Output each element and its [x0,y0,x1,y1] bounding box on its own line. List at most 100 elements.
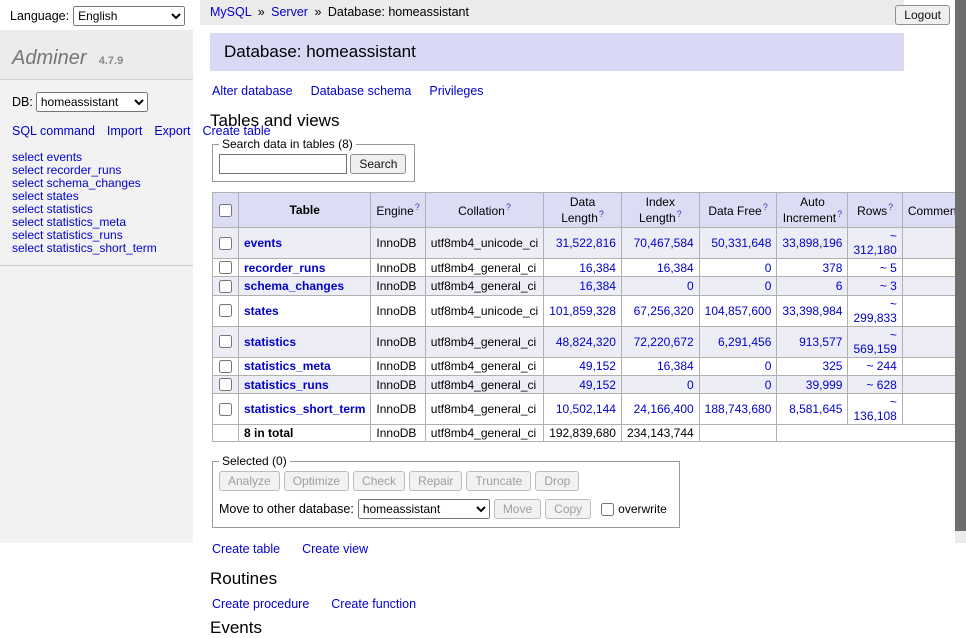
auto-increment-link[interactable]: 33,898,196 [782,236,842,250]
index-length-link[interactable]: 70,467,584 [634,236,694,250]
rows-count-link[interactable]: ~ 312,180 [853,229,896,257]
data-free-link[interactable]: 188,743,680 [705,402,772,416]
data-length-link[interactable]: 49,152 [579,378,616,392]
create-function-link[interactable]: Create function [331,597,416,611]
table-name-link[interactable]: states [244,304,279,318]
data-length-link[interactable]: 101,859,328 [549,304,616,318]
export-link[interactable]: Export [154,124,190,138]
index-length-link[interactable]: 0 [687,279,694,293]
rows-count-link[interactable]: ~ 136,108 [853,395,896,423]
row-select-checkbox[interactable] [219,335,232,348]
table-name-link[interactable]: statistics_runs [244,378,329,392]
data-length-link[interactable]: 31,522,816 [556,236,616,250]
create-view-link[interactable]: Create view [302,542,368,556]
table-name-link[interactable]: recorder_runs [244,261,325,275]
row-select-checkbox[interactable] [219,280,232,293]
auto-increment-link[interactable]: 325 [822,359,842,373]
data-length-link[interactable]: 49,152 [579,359,616,373]
auto-increment-link[interactable]: 33,398,984 [782,304,842,318]
auto-increment-link[interactable]: 8,581,645 [789,402,842,416]
table-name-link[interactable]: statistics [244,335,296,349]
index-length-link[interactable]: 16,384 [657,261,694,275]
copy-button[interactable]: Copy [545,499,591,519]
help-icon[interactable]: ? [599,209,604,219]
row-select-checkbox[interactable] [219,237,232,250]
index-length-link[interactable]: 72,220,672 [634,335,694,349]
help-icon[interactable]: ? [415,202,420,212]
auto-increment-link[interactable]: 913,577 [799,335,842,349]
data-free-link[interactable]: 50,331,648 [711,236,771,250]
privileges-link[interactable]: Privileges [429,84,483,98]
bulk-check-button[interactable]: Check [353,471,405,491]
db-select[interactable]: homeassistant [36,92,148,112]
index-length-link[interactable]: 0 [687,378,694,392]
row-select-checkbox[interactable] [219,403,232,416]
search-input[interactable] [219,154,347,174]
table-name-link[interactable]: events [244,236,282,250]
create-table-link[interactable]: Create table [212,542,280,556]
data-length-link[interactable]: 16,384 [579,261,616,275]
move-button[interactable]: Move [494,499,541,519]
index-length-link[interactable]: 16,384 [657,359,694,373]
data-length-link[interactable]: 10,502,144 [556,402,616,416]
data-free-link[interactable]: 0 [765,378,772,392]
move-database-select[interactable]: homeassistant [358,499,490,519]
index-length-cell: 0 [621,375,699,393]
rows-count-link[interactable]: ~ 299,833 [853,297,896,325]
help-icon[interactable]: ? [763,202,768,212]
logout-button[interactable]: Logout [895,5,950,25]
help-icon[interactable]: ? [888,202,893,212]
rows-count-link[interactable]: ~ 628 [866,378,896,392]
row-select-checkbox[interactable] [219,261,232,274]
rows-count-link[interactable]: ~ 244 [866,359,896,373]
table-row: schema_changesInnoDButf8mb4_general_ci16… [213,277,966,295]
help-icon[interactable]: ? [837,209,842,219]
rows-count-link[interactable]: ~ 5 [880,261,897,275]
bulk-drop-button[interactable]: Drop [535,471,579,491]
import-link[interactable]: Import [107,124,142,138]
sidebar-table-link[interactable]: select statistics_short_term [12,242,193,255]
overwrite-checkbox[interactable] [601,503,614,516]
table-name-link[interactable]: schema_changes [244,279,344,293]
auto-increment-link[interactable]: 6 [836,279,843,293]
create-procedure-link[interactable]: Create procedure [212,597,309,611]
app-name[interactable]: Adminer [12,47,86,69]
bulk-truncate-button[interactable]: Truncate [466,471,531,491]
alter-database-link[interactable]: Alter database [212,84,293,98]
help-icon[interactable]: ? [506,202,511,212]
vertical-scrollbar[interactable] [955,0,966,543]
row-select-checkbox[interactable] [219,360,232,373]
app-version: 4.7.9 [99,55,123,67]
rows-count-link[interactable]: ~ 569,159 [853,328,896,356]
row-select-checkbox[interactable] [219,304,232,317]
data-length-link[interactable]: 16,384 [579,279,616,293]
table-name-link[interactable]: statistics_meta [244,359,331,373]
bulk-analyze-button[interactable]: Analyze [219,471,280,491]
data-free-link[interactable]: 0 [765,279,772,293]
help-icon[interactable]: ? [677,209,682,219]
index-length-link[interactable]: 24,166,400 [634,402,694,416]
data-free-link[interactable]: 104,857,600 [705,304,772,318]
collation-cell: utf8mb4_general_ci [425,394,543,425]
sql-command-link[interactable]: SQL command [12,124,95,138]
bulk-repair-button[interactable]: Repair [409,471,462,491]
auto-increment-link[interactable]: 378 [822,261,842,275]
language-select[interactable]: English [73,6,185,26]
data-free-cell: 188,743,680 [699,394,777,425]
bulk-optimize-button[interactable]: Optimize [284,471,349,491]
row-select-checkbox[interactable] [219,378,232,391]
data-free-link[interactable]: 0 [765,261,772,275]
scrollbar-thumb[interactable] [955,0,966,531]
search-button[interactable]: Search [350,154,406,174]
select-all-checkbox[interactable] [219,204,232,217]
database-schema-link[interactable]: Database schema [311,84,412,98]
auto-increment-link[interactable]: 39,999 [806,378,843,392]
rows-count-link[interactable]: ~ 3 [880,279,897,293]
table-name-link[interactable]: statistics_short_term [244,402,365,416]
breadcrumb-link-mysql[interactable]: MySQL [210,5,251,19]
data-free-link[interactable]: 0 [765,359,772,373]
index-length-link[interactable]: 67,256,320 [634,304,694,318]
breadcrumb-link-server[interactable]: Server [271,5,308,19]
data-free-link[interactable]: 6,291,456 [718,335,771,349]
data-length-link[interactable]: 48,824,320 [556,335,616,349]
